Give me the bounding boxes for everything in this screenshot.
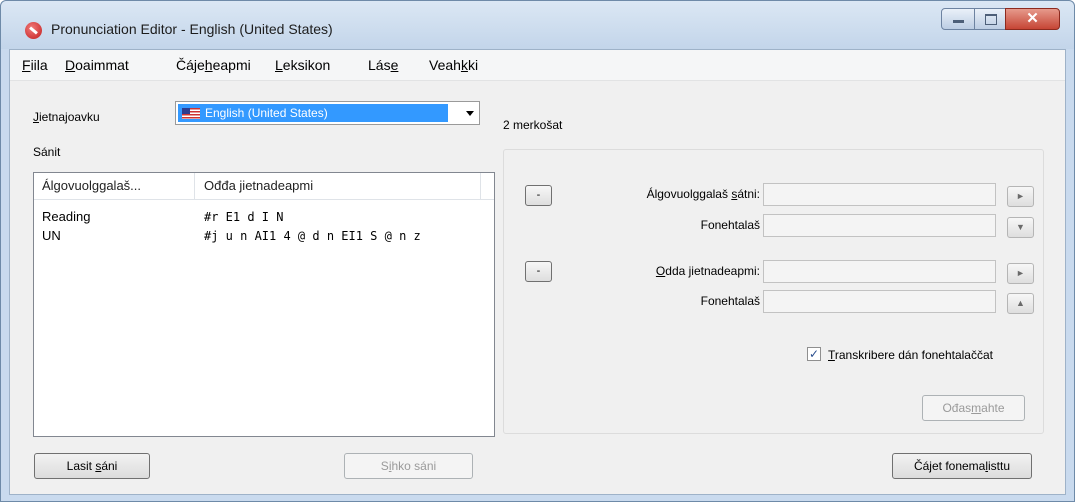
play-icon: ► <box>1016 268 1025 278</box>
new-pronunciation-field[interactable] <box>763 260 996 283</box>
language-label: Jietnajoavku <box>33 110 100 124</box>
add-word-button[interactable]: Lasit sáni <box>34 453 150 479</box>
menu-file[interactable]: Fiila <box>22 57 48 73</box>
new-pronunciation-label: Odda jietnadeapmi: <box>655 264 760 278</box>
play-icon: ► <box>1016 191 1025 201</box>
list-header: Álgovuolggalaš... Ođđa jietnadeapmi <box>34 173 494 200</box>
maximize-button[interactable] <box>974 8 1006 30</box>
language-dropdown[interactable]: English (United States) <box>175 101 480 125</box>
phonetic-field-1[interactable] <box>763 214 996 237</box>
clear-button[interactable]: Ođasmahte <box>922 395 1025 421</box>
copy-up-button[interactable]: ▲ <box>1007 293 1034 314</box>
show-phoneme-list-button[interactable]: Čájet fonemalisttu <box>892 453 1032 479</box>
column-divider[interactable] <box>194 173 195 199</box>
play-new-button[interactable]: ► <box>1007 263 1034 284</box>
menu-read[interactable]: Láse <box>368 57 398 73</box>
play-original-button[interactable]: ► <box>1007 186 1034 207</box>
us-flag-icon <box>182 108 200 119</box>
phonetic-label-1: Fonehtalaš <box>700 218 760 232</box>
original-word-label: Álgovuolggalaš sátni: <box>646 187 760 201</box>
language-selected: English (United States) <box>178 104 448 122</box>
menu-view[interactable]: Čájeheapmi <box>176 57 251 73</box>
app-icon <box>25 22 42 39</box>
word-count: 2 merkošat <box>503 118 563 132</box>
menu-lexicon[interactable]: Leksikon <box>275 57 330 73</box>
column-divider[interactable] <box>480 173 481 199</box>
column-header-original-word[interactable]: Álgovuolggalaš... <box>42 178 141 193</box>
list-item[interactable]: Reading #r E1 d I N <box>34 209 494 227</box>
phonetic-label-2: Fonehtalaš <box>700 294 760 308</box>
remove-new-button[interactable]: - <box>525 261 552 282</box>
maximize-icon <box>985 14 997 25</box>
title-bar[interactable]: Pronunciation Editor - English (United S… <box>1 1 1074 49</box>
remove-original-button[interactable]: - <box>525 185 552 206</box>
phonetic-field-2[interactable] <box>763 290 996 313</box>
column-header-new-pronunciation[interactable]: Ođđa jietnadeapmi <box>204 178 313 193</box>
arrow-down-icon: ▼ <box>1016 222 1025 232</box>
copy-down-button[interactable]: ▼ <box>1007 217 1034 238</box>
dropdown-arrow-icon <box>466 111 474 116</box>
menu-bar: Fiila Doaimmat Čájeheapmi Leksikon Láse … <box>10 50 1065 81</box>
window-title: Pronunciation Editor - English (United S… <box>51 21 333 37</box>
original-word-field[interactable] <box>763 183 996 206</box>
close-icon: ✕ <box>1026 10 1039 27</box>
client-area: Fiila Doaimmat Čájeheapmi Leksikon Láse … <box>9 49 1066 495</box>
transcribe-checkbox[interactable]: ✓ <box>807 347 821 361</box>
close-button[interactable]: ✕ <box>1005 8 1060 30</box>
minimize-button[interactable] <box>941 8 975 30</box>
menu-help[interactable]: Veahkki <box>429 57 478 73</box>
transcribe-label[interactable]: Transkribere dán fonehtalaččat <box>828 348 993 362</box>
words-label: Sánit <box>33 145 61 159</box>
pronunciation-editor-window: Pronunciation Editor - English (United S… <box>0 0 1075 502</box>
delete-word-button[interactable]: Sihko sáni <box>344 453 473 479</box>
minimize-icon <box>953 20 964 23</box>
arrow-up-icon: ▲ <box>1016 298 1025 308</box>
words-list[interactable]: Álgovuolggalaš... Ođđa jietnadeapmi Read… <box>33 172 495 437</box>
list-item[interactable]: UN #j u n AI1 4 @ d n EI1 S @ n z <box>34 228 494 246</box>
menu-edit[interactable]: Doaimmat <box>65 57 129 73</box>
